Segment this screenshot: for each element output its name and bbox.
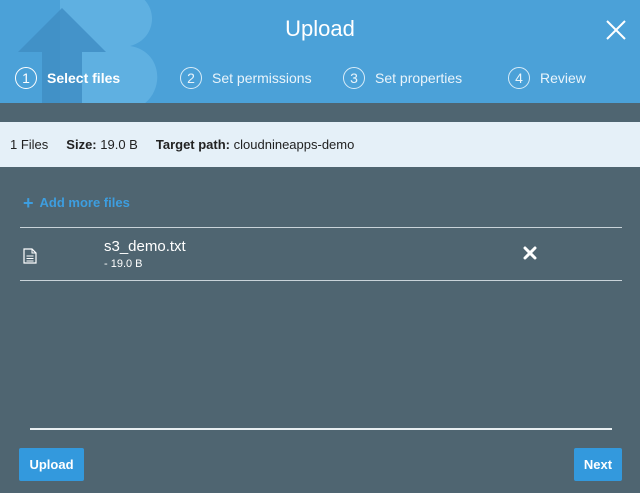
- step-select-files[interactable]: 1 Select files: [15, 64, 120, 92]
- footer-divider: [30, 428, 612, 430]
- size-label: Size:: [66, 137, 97, 152]
- target-path-label: Target path:: [155, 137, 231, 152]
- step-label: Review: [540, 70, 586, 86]
- step-label: Select files: [47, 70, 121, 86]
- upload-summary-bar: 1 Files Size: 19.0 B Target path: cloudn…: [0, 122, 640, 167]
- file-size: - 19.0 B: [104, 258, 143, 270]
- step-number: 2: [180, 67, 202, 89]
- dialog-title: Upload: [285, 16, 355, 41]
- close-icon[interactable]: [604, 18, 628, 42]
- step-number: 3: [343, 67, 365, 89]
- step-label: Set properties: [375, 70, 463, 86]
- step-set-permissions[interactable]: 2 Set permissions: [180, 64, 312, 92]
- remove-file-icon[interactable]: [523, 246, 537, 260]
- total-size: Size: 19.0 B: [66, 137, 138, 152]
- upload-button[interactable]: Upload: [19, 448, 84, 481]
- step-review[interactable]: 4 Review: [508, 64, 586, 92]
- file-list-item: s3_demo.txt - 19.0 B: [20, 228, 622, 280]
- size-value: 19.0 B: [100, 137, 138, 152]
- step-number: 1: [15, 67, 37, 89]
- add-more-files-link[interactable]: + Add more files: [23, 192, 130, 213]
- file-list-bottom-divider: [20, 280, 622, 281]
- document-icon: [23, 248, 37, 264]
- step-label: Set permissions: [212, 70, 312, 86]
- plus-icon: +: [23, 192, 34, 213]
- wizard-steps: 1 Select files 2 Set permissions 3 Set p…: [0, 64, 640, 92]
- add-more-files-label: Add more files: [39, 195, 130, 210]
- step-set-properties[interactable]: 3 Set properties: [343, 64, 462, 92]
- target-path-value: cloudnineapps-demo: [233, 137, 355, 152]
- step-number: 4: [508, 67, 530, 89]
- file-name: s3_demo.txt: [104, 238, 186, 255]
- dialog-header: Upload 1 Select files 2 Set permissions …: [0, 0, 640, 103]
- files-count: 1 Files: [10, 137, 49, 152]
- next-button[interactable]: Next: [574, 448, 622, 481]
- target-path: Target path: cloudnineapps-demo: [156, 137, 354, 152]
